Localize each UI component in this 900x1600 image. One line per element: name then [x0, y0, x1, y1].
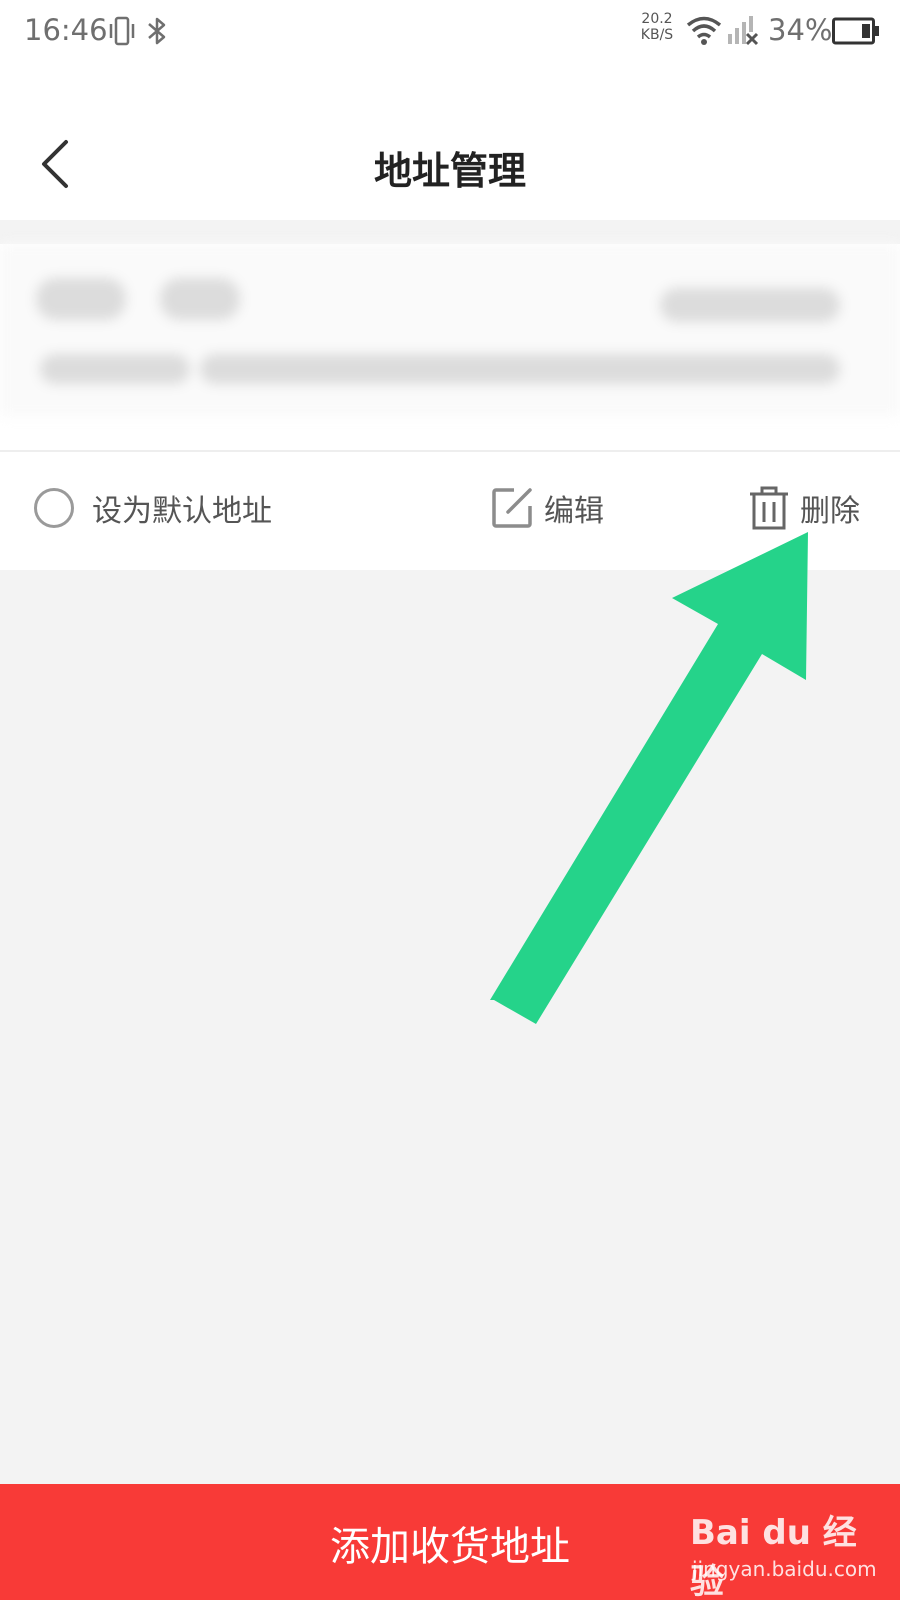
delete-button[interactable]: 删除 — [748, 478, 860, 538]
bluetooth-icon — [146, 14, 168, 52]
network-speed-value: 20.2 — [641, 11, 673, 27]
set-default-toggle[interactable]: 设为默认地址 — [34, 478, 272, 538]
edit-icon — [492, 488, 532, 528]
radio-unchecked-icon — [34, 488, 74, 528]
address-actions-row: 设为默认地址 编辑 删除 — [0, 452, 900, 570]
address-details-blurred[interactable] — [0, 244, 900, 416]
status-bar: 16:46 20.2 KB/S 34% — [0, 0, 900, 64]
page-title: 地址管理 — [373, 148, 526, 193]
battery-icon — [832, 17, 880, 49]
network-speed-unit: KB/S — [640, 27, 674, 43]
trash-icon — [750, 486, 788, 530]
delete-label: 删除 — [800, 494, 860, 529]
watermark-url: jingyan.baidu.com — [692, 1557, 877, 1581]
baidu-jingyan-watermark: Bai du 经验 jingyan.baidu.com — [690, 1505, 890, 1600]
header: 地址管理 — [0, 64, 900, 220]
battery-percent: 34% — [768, 13, 833, 47]
signal-off-icon — [726, 14, 760, 50]
set-default-label: 设为默认地址 — [92, 494, 272, 529]
vibrate-icon — [108, 14, 136, 52]
address-management-screen: 16:46 20.2 KB/S 34% 地址管理 设为默认地址 编辑 删除 添加… — [0, 0, 900, 1600]
green-annotation-arrow — [490, 532, 808, 1024]
address-card: 设为默认地址 编辑 删除 — [0, 244, 900, 570]
status-time: 16:46 — [24, 13, 108, 47]
edit-label: 编辑 — [544, 494, 604, 529]
wifi-icon — [686, 14, 722, 50]
edit-button[interactable]: 编辑 — [490, 478, 604, 538]
watermark-logo: Bai du 经验 — [690, 1513, 857, 1600]
network-speed: 20.2 KB/S — [634, 11, 680, 43]
